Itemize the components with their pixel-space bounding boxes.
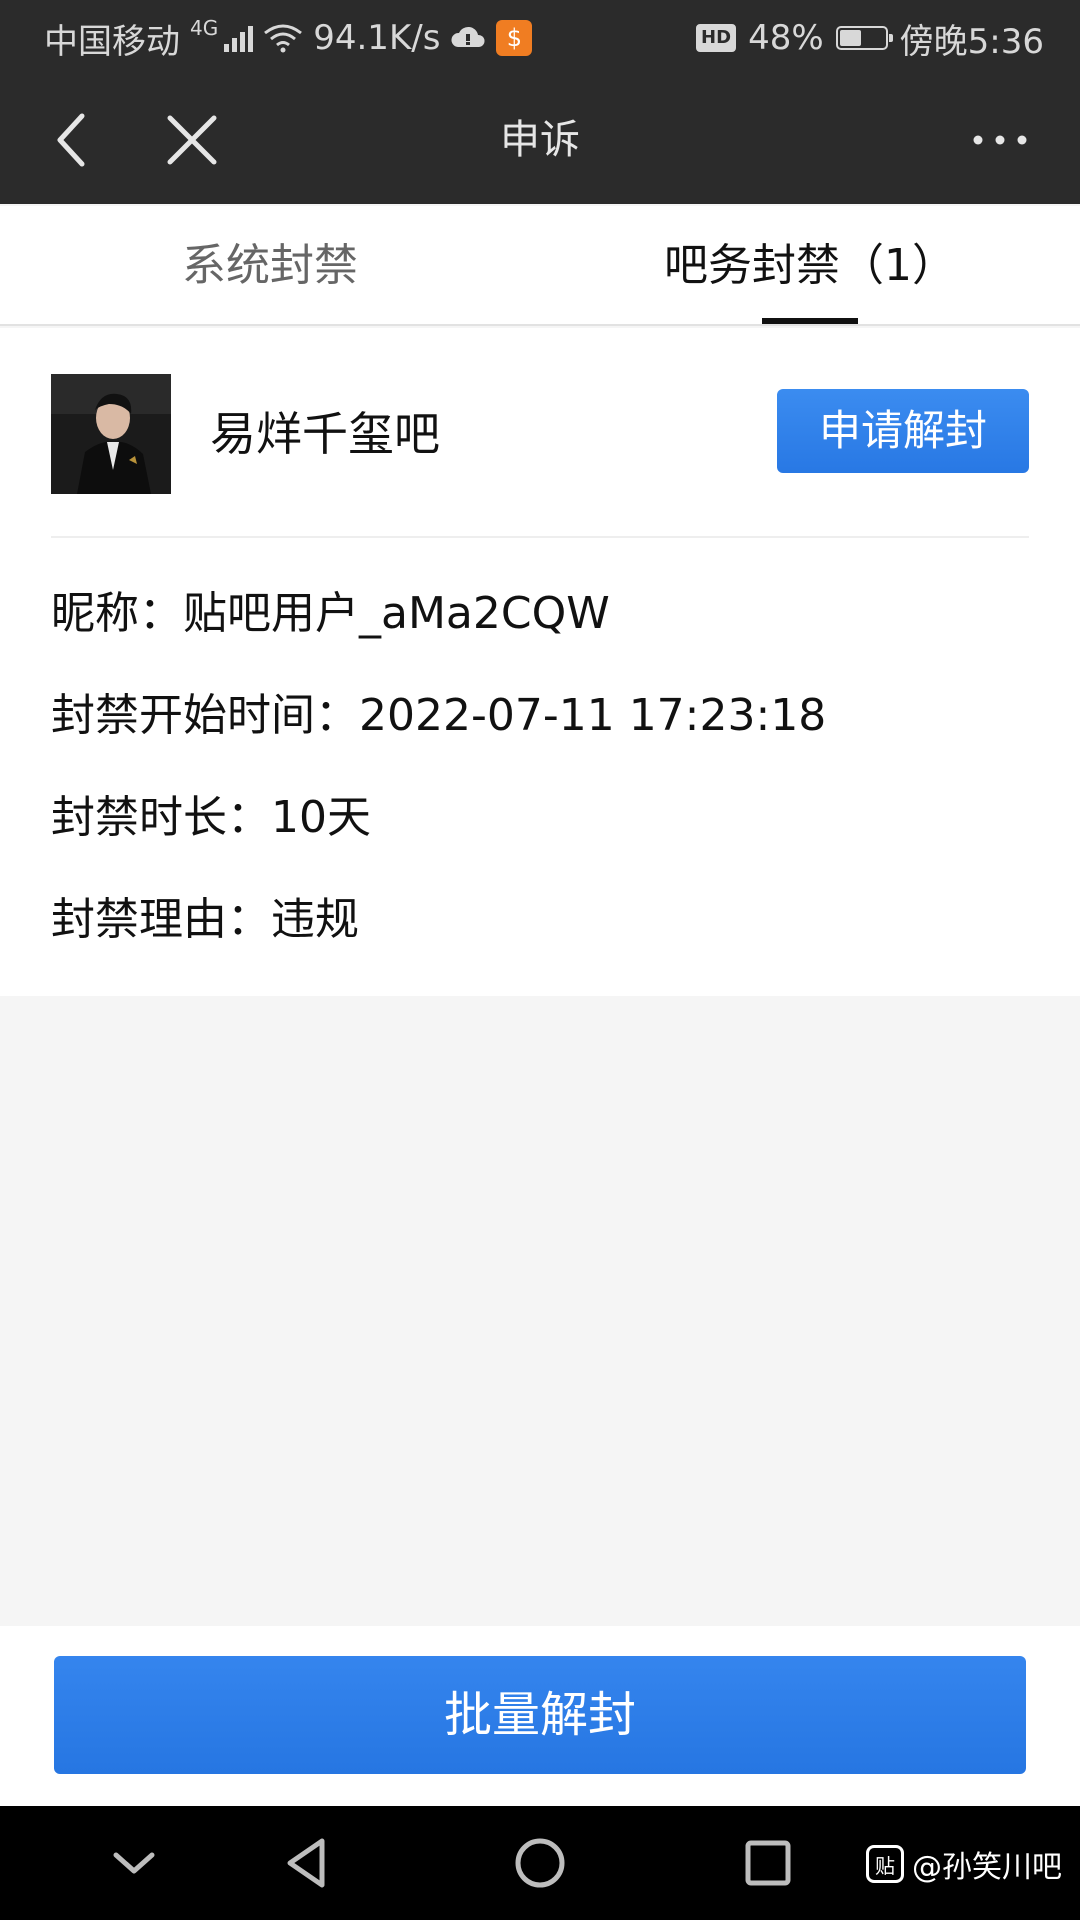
status-right: HD 48% 傍晚5:36 bbox=[696, 14, 1044, 63]
ban-duration-line: 封禁时长：10天 bbox=[51, 792, 371, 843]
status-bar: 中国移动 4G 94.1K/s $ HD 48% 傍晚5:36 bbox=[0, 0, 1080, 76]
request-unban-button[interactable]: 申请解封 bbox=[777, 389, 1029, 473]
recent-square-icon[interactable] bbox=[736, 1831, 800, 1895]
tab-bar: 系统封禁 吧务封禁（1） bbox=[0, 206, 1080, 326]
page-title: 申诉 bbox=[500, 117, 580, 163]
more-dots-icon[interactable] bbox=[968, 108, 1032, 172]
watermark: 贴 @孙笑川吧 bbox=[866, 1842, 1062, 1886]
ban-start-time-line: 封禁开始时间：2022-07-11 17:23:18 bbox=[51, 690, 827, 741]
title-bar: 申诉 bbox=[0, 76, 1080, 204]
tab-forum-ban[interactable]: 吧务封禁（1） bbox=[600, 206, 1020, 324]
home-circle-icon[interactable] bbox=[508, 1831, 572, 1895]
forum-name[interactable]: 易烊千玺吧 bbox=[210, 398, 440, 470]
forum-avatar bbox=[51, 374, 171, 494]
cloud-icon bbox=[451, 26, 485, 47]
back-triangle-icon[interactable] bbox=[276, 1831, 340, 1895]
wifi-icon bbox=[264, 24, 303, 53]
batch-unban-button[interactable]: 批量解封 bbox=[54, 1656, 1026, 1774]
ban-record-card: 易烊千玺吧 申请解封 昵称：贴吧用户_aMa2CQW 封禁开始时间：2022-0… bbox=[0, 328, 1080, 996]
clock: 傍晚5:36 bbox=[899, 21, 1044, 62]
status-left: 中国移动 4G 94.1K/s $ bbox=[44, 14, 533, 63]
nickname-line: 昵称：贴吧用户_aMa2CQW bbox=[51, 588, 610, 639]
footer: 批量解封 bbox=[0, 1626, 1080, 1806]
hd-badge: HD bbox=[696, 24, 737, 52]
tieba-logo-icon: 贴 bbox=[866, 1845, 904, 1883]
battery-icon bbox=[835, 26, 893, 50]
app-notification-icon: $ bbox=[496, 20, 533, 56]
avatar-image bbox=[51, 374, 171, 494]
carrier-label: 中国移动 bbox=[44, 21, 180, 62]
network-speed: 94.1K/s bbox=[313, 18, 441, 58]
tab-system-ban[interactable]: 系统封禁 bbox=[60, 206, 480, 324]
network-type: 4G bbox=[190, 16, 219, 40]
chevron-down-icon[interactable] bbox=[102, 1831, 166, 1895]
watermark-text: @孙笑川吧 bbox=[912, 1850, 1062, 1885]
active-tab-indicator bbox=[762, 318, 858, 324]
divider bbox=[51, 536, 1029, 538]
ban-reason-line: 封禁理由：违规 bbox=[51, 894, 359, 945]
system-nav-bar: 贴 @孙笑川吧 bbox=[0, 1806, 1080, 1920]
signal-icon bbox=[224, 24, 254, 52]
battery-percent: 48% bbox=[748, 18, 824, 58]
